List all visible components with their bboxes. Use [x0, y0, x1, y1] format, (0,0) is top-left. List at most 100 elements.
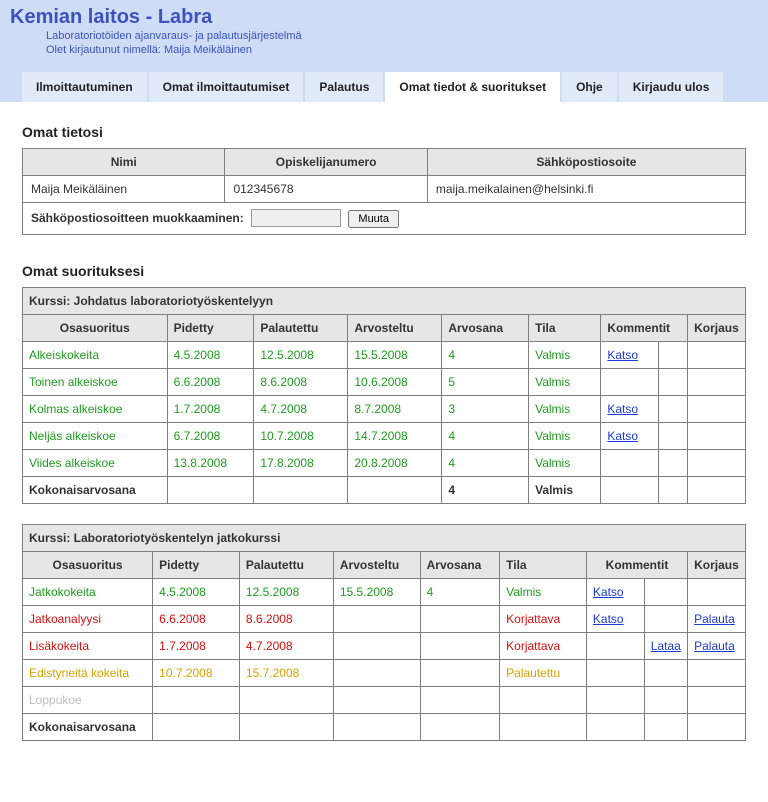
c1r4-pal: 17.8.2008	[254, 449, 348, 476]
info-header-opiskelijanumero: Opiskelijanumero	[225, 148, 427, 175]
c1r2-pid: 1.7.2008	[167, 395, 254, 422]
section-omat-suorituksesi: Omat suorituksesi	[22, 263, 746, 279]
c2r1-kommentit-link[interactable]: Katso	[593, 612, 624, 626]
c2-row-1: Jatkoanalyysi 6.6.2008 8.6.2008 Korjatta…	[23, 605, 746, 632]
c1r3-arvs: 4	[442, 422, 529, 449]
c2r0-arvs: 4	[420, 578, 500, 605]
email-input[interactable]	[251, 209, 341, 227]
c1r2-pal: 4.7.2008	[254, 395, 348, 422]
c1r4-arvs: 4	[442, 449, 529, 476]
info-name: Maija Meikäläinen	[23, 175, 225, 202]
c1r1-tila: Valmis	[529, 368, 601, 395]
c1r2-kommentit-link[interactable]: Katso	[607, 402, 638, 416]
email-change-button[interactable]: Muuta	[348, 210, 399, 228]
section-omat-tietosi: Omat tietosi	[22, 124, 746, 140]
c1-row-2: Kolmas alkeiskoe 1.7.2008 4.7.2008 8.7.2…	[23, 395, 746, 422]
c2r1-korjaus-link[interactable]: Palauta	[694, 612, 735, 626]
c2-h-osa: Osasuoritus	[23, 551, 153, 578]
tab-bar: Ilmoittautuminen Omat ilmoittautumiset P…	[0, 62, 768, 102]
c1r2-tila: Valmis	[529, 395, 601, 422]
c2r0-kommentit-link[interactable]: Katso	[593, 585, 624, 599]
c2-row-3: Edistyneitä kokeita 10.7.2008 15.7.2008 …	[23, 659, 746, 686]
tab-omat-ilmoittautumiset[interactable]: Omat ilmoittautumiset	[149, 72, 304, 102]
c2r0-pal: 12.5.2008	[239, 578, 333, 605]
c1r4-osa: Viides alkeiskoe	[23, 449, 168, 476]
c2-total-label: Kokonaisarvosana	[23, 713, 153, 740]
info-table: Nimi Opiskelijanumero Sähköpostiosoite M…	[22, 148, 746, 235]
course2-title: Kurssi: Laboratoriotyöskentelyn jatkokur…	[23, 524, 746, 551]
info-header-sahkoposti: Sähköpostiosoite	[427, 148, 745, 175]
c1r4-tila: Valmis	[529, 449, 601, 476]
c2r3-osa: Edistyneitä kokeita	[23, 659, 153, 686]
c1r3-tila: Valmis	[529, 422, 601, 449]
c1r4-arv: 20.8.2008	[348, 449, 442, 476]
c2r0-tila: Valmis	[500, 578, 587, 605]
c2-row-2: Lisäkokeita 1.7.2008 4.7.2008 Korjattava…	[23, 632, 746, 659]
c2r2-osa: Lisäkokeita	[23, 632, 153, 659]
c1r2-arvs: 3	[442, 395, 529, 422]
c1-total-row: Kokonaisarvosana 4 Valmis	[23, 476, 746, 503]
c2-row-0: Jatkokokeita 4.5.2008 12.5.2008 15.5.200…	[23, 578, 746, 605]
info-student-number: 012345678	[225, 175, 427, 202]
main-content: Omat tietosi Nimi Opiskelijanumero Sähkö…	[0, 102, 768, 783]
c1r1-pal: 8.6.2008	[254, 368, 348, 395]
c1r4-pid: 13.8.2008	[167, 449, 254, 476]
email-edit-label: Sähköpostiosoitteen muokkaaminen:	[31, 211, 244, 225]
c1r3-pid: 6.7.2008	[167, 422, 254, 449]
info-email: maija.meikalainen@helsinki.fi	[427, 175, 745, 202]
c2-h-kor: Korjaus	[688, 551, 746, 578]
c1r0-arvs: 4	[442, 341, 529, 368]
c2r0-arv: 15.5.2008	[333, 578, 420, 605]
c2r4-osa: Loppukoe	[23, 686, 153, 713]
course1-title: Kurssi: Johdatus laboratoriotyöskentelyy…	[23, 287, 746, 314]
tab-ilmoittautuminen[interactable]: Ilmoittautuminen	[22, 72, 147, 102]
c2-h-tila: Tila	[500, 551, 587, 578]
c1r0-pid: 4.5.2008	[167, 341, 254, 368]
c1r1-arvs: 5	[442, 368, 529, 395]
c2r3-tila: Palautettu	[500, 659, 587, 686]
header: Kemian laitos - Labra Laboratoriotöiden …	[0, 0, 768, 62]
c2r1-pid: 6.6.2008	[153, 605, 240, 632]
c2r3-pid: 10.7.2008	[153, 659, 240, 686]
c1r3-kommentit-link[interactable]: Katso	[607, 429, 638, 443]
c2r3-pal: 15.7.2008	[239, 659, 333, 686]
c2r0-osa: Jatkokokeita	[23, 578, 153, 605]
c2r2-korjaus-link[interactable]: Palauta	[694, 639, 735, 653]
c1r0-pal: 12.5.2008	[254, 341, 348, 368]
c1r0-kommentit-link[interactable]: Katso	[607, 348, 638, 362]
c2r2-lataa-link[interactable]: Lataa	[651, 639, 681, 653]
tab-ohje[interactable]: Ohje	[562, 72, 617, 102]
info-header-nimi: Nimi	[23, 148, 225, 175]
c1r0-osa: Alkeiskokeita	[23, 341, 168, 368]
tab-palautus[interactable]: Palautus	[305, 72, 383, 102]
c1r2-arv: 8.7.2008	[348, 395, 442, 422]
c2r2-pal: 4.7.2008	[239, 632, 333, 659]
app-subtitle-login: Olet kirjautunut nimellä: Maija Meikäläi…	[46, 43, 758, 57]
course-table-1: Kurssi: Johdatus laboratoriotyöskentelyy…	[22, 287, 746, 504]
app-subtitle-1: Laboratoriotöiden ajanvaraus- ja palautu…	[46, 29, 758, 43]
c1-row-1: Toinen alkeiskoe 6.6.2008 8.6.2008 10.6.…	[23, 368, 746, 395]
email-edit-row: Sähköpostiosoitteen muokkaaminen: Muuta	[23, 202, 746, 234]
c1r0-tila: Valmis	[529, 341, 601, 368]
c1r1-osa: Toinen alkeiskoe	[23, 368, 168, 395]
c2-h-pid: Pidetty	[153, 551, 240, 578]
course-table-2: Kurssi: Laboratoriotyöskentelyn jatkokur…	[22, 524, 746, 741]
tab-omat-tiedot-suoritukset[interactable]: Omat tiedot & suoritukset	[385, 72, 560, 102]
tab-kirjaudu-ulos[interactable]: Kirjaudu ulos	[619, 72, 724, 102]
c1-h-arvs: Arvosana	[442, 314, 529, 341]
c1-h-arv: Arvosteltu	[348, 314, 442, 341]
c1-row-3: Neljäs alkeiskoe 6.7.2008 10.7.2008 14.7…	[23, 422, 746, 449]
c2-total-row: Kokonaisarvosana	[23, 713, 746, 740]
c1-h-pal: Palautettu	[254, 314, 348, 341]
app-title: Kemian laitos - Labra	[10, 6, 758, 29]
c2r1-osa: Jatkoanalyysi	[23, 605, 153, 632]
c1r0-arv: 15.5.2008	[348, 341, 442, 368]
c1-h-kor: Korjaus	[688, 314, 746, 341]
c2r2-pid: 1.7.2008	[153, 632, 240, 659]
c1-h-kom: Kommentit	[601, 314, 688, 341]
c2-h-arv: Arvosteltu	[333, 551, 420, 578]
c1r2-osa: Kolmas alkeiskoe	[23, 395, 168, 422]
c1r3-arv: 14.7.2008	[348, 422, 442, 449]
c2r2-tila: Korjattava	[500, 632, 587, 659]
c2-h-kom: Kommentit	[586, 551, 687, 578]
